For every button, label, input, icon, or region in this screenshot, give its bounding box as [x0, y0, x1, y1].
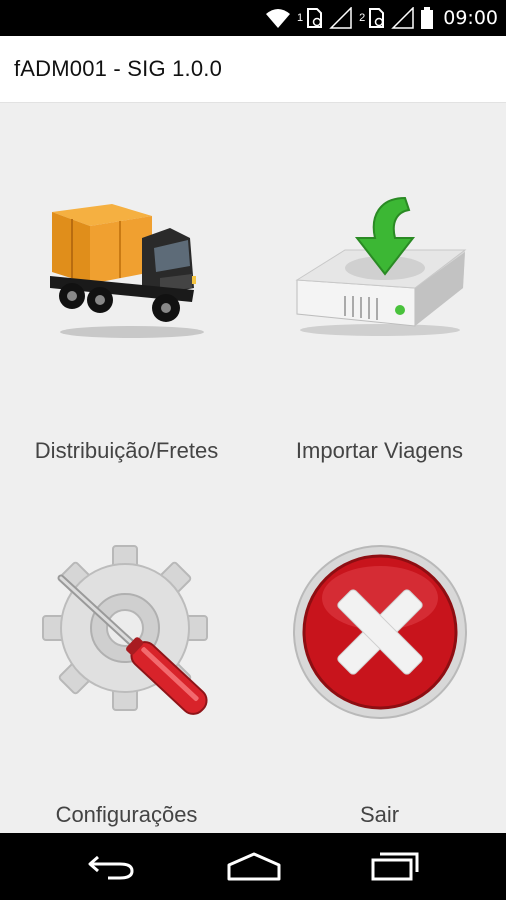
menu-item-configuracoes[interactable]: Configurações [0, 470, 253, 830]
signal-2-icon [391, 7, 415, 29]
status-bar: 1 2 09:00 [0, 0, 506, 36]
app-title: fADM001 - SIG 1.0.0 [14, 56, 222, 81]
status-icons: 1 2 09:00 [265, 0, 498, 36]
action-bar: fADM001 - SIG 1.0.0 [0, 36, 506, 103]
sim-1-icon [305, 7, 323, 29]
menu-item-importar-viagens[interactable]: Importar Viagens [253, 102, 506, 463]
menu-item-label: Sair [359, 802, 400, 827]
home-icon[interactable] [226, 851, 282, 886]
delivery-truck-icon [42, 192, 212, 347]
menu-item-label: Configurações [55, 802, 198, 827]
exit-x-icon [290, 542, 470, 727]
menu-item-label: Importar Viagens [295, 438, 464, 463]
sim-2-label: 2 [359, 12, 366, 24]
battery-icon [421, 7, 434, 29]
settings-gear-wrench-icon [37, 542, 217, 727]
back-icon[interactable] [86, 851, 136, 886]
navigation-bar [0, 833, 506, 900]
sim-1-label: 1 [296, 12, 304, 24]
recents-icon[interactable] [370, 851, 420, 886]
sim-2-icon [367, 7, 385, 29]
signal-1-icon [329, 7, 353, 29]
clock: 09:00 [443, 7, 498, 29]
download-drive-icon [285, 192, 475, 347]
menu-item-distribuicao-fretes[interactable]: Distribuição/Fretes [0, 102, 253, 463]
menu-item-sair[interactable]: Sair [253, 470, 506, 830]
wifi-icon [265, 7, 291, 29]
menu-item-label: Distribuição/Fretes [34, 438, 219, 463]
